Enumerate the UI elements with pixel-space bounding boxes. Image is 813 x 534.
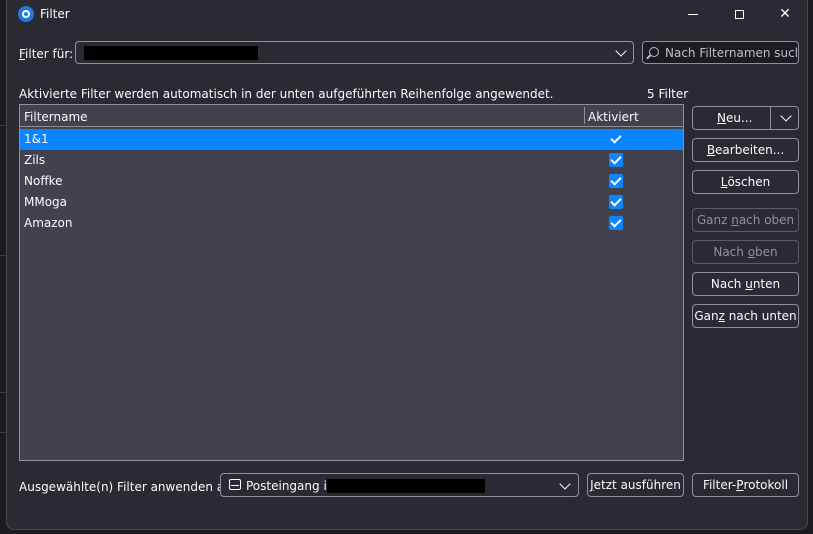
move-bottom-button[interactable]: Gan z nach unten bbox=[692, 304, 799, 328]
apply-label: Ausgewählte(n) Filter anwenden auf: bbox=[19, 480, 240, 494]
folder-label: Posteingang in bbox=[246, 479, 335, 493]
new-filter-button[interactable]: Neu... bbox=[692, 106, 799, 130]
split-divider bbox=[770, 107, 771, 129]
column-header-name[interactable]: Filtername bbox=[24, 110, 88, 124]
table-row[interactable]: Zils bbox=[20, 150, 683, 171]
folder-select[interactable]: Posteingang in bbox=[220, 473, 579, 497]
column-header-enabled[interactable]: Aktiviert bbox=[588, 110, 639, 124]
minimize-icon bbox=[688, 13, 698, 15]
table-row[interactable]: 1&1 bbox=[20, 129, 683, 150]
filter-count: 5 Filter bbox=[647, 87, 689, 101]
maximize-icon bbox=[734, 9, 744, 19]
filter-for-label: Filter für: bbox=[19, 47, 74, 61]
move-up-button[interactable]: Nach o ben bbox=[692, 240, 799, 264]
edit-button[interactable]: Bearbeiten... bbox=[692, 138, 799, 162]
list-header: Filtername Aktiviert bbox=[20, 105, 683, 127]
filter-dialog: Filter ✕ Filter für: Aktivierte Filter w… bbox=[6, 0, 808, 530]
filter-name: Amazon bbox=[24, 216, 73, 230]
enabled-checkbox[interactable] bbox=[609, 174, 623, 188]
move-down-button[interactable]: Nach u nten bbox=[692, 272, 799, 296]
filter-search[interactable] bbox=[642, 41, 799, 64]
redacted-folder bbox=[327, 479, 485, 493]
table-row[interactable]: Noffke bbox=[20, 171, 683, 192]
close-button[interactable]: ✕ bbox=[762, 0, 808, 28]
filter-log-button[interactable]: Filter- Protokoll bbox=[692, 473, 799, 497]
table-row[interactable]: MMoga bbox=[20, 192, 683, 213]
inbox-icon bbox=[229, 479, 241, 490]
account-select[interactable] bbox=[75, 41, 634, 64]
maximize-button[interactable] bbox=[716, 0, 762, 28]
chevron-down-icon bbox=[615, 45, 627, 57]
close-icon: ✕ bbox=[779, 6, 791, 22]
enabled-checkbox[interactable] bbox=[609, 195, 623, 209]
window-title: Filter bbox=[40, 7, 70, 21]
chevron-down-icon[interactable] bbox=[780, 110, 792, 122]
delete-button[interactable]: Löschen bbox=[692, 170, 799, 194]
title-bar: Filter ✕ bbox=[7, 0, 807, 28]
enabled-checkbox[interactable] bbox=[609, 216, 623, 230]
thunderbird-app-icon bbox=[18, 6, 34, 22]
search-input[interactable] bbox=[665, 44, 797, 61]
enabled-checkbox[interactable] bbox=[609, 132, 623, 146]
new-button-label: Neu... bbox=[717, 111, 753, 125]
chevron-down-icon bbox=[559, 478, 571, 490]
move-top-button[interactable]: Ganz n ach oben bbox=[692, 208, 799, 232]
filter-list[interactable]: Filtername Aktiviert 1&1 Zils Noffke MMo… bbox=[19, 104, 684, 461]
column-separator bbox=[584, 107, 585, 124]
minimize-button[interactable] bbox=[670, 0, 716, 28]
redacted-account bbox=[84, 46, 258, 60]
search-icon bbox=[649, 47, 659, 57]
info-text: Aktivierte Filter werden automatisch in … bbox=[19, 87, 554, 101]
filter-name: MMoga bbox=[24, 195, 68, 209]
enabled-checkbox[interactable] bbox=[609, 153, 623, 167]
filter-name: 1&1 bbox=[24, 132, 49, 146]
table-row[interactable]: Amazon bbox=[20, 213, 683, 234]
filter-name: Noffke bbox=[24, 174, 63, 188]
filter-name: Zils bbox=[24, 153, 46, 167]
run-now-button[interactable]: Jetzt ausführen bbox=[587, 473, 684, 497]
